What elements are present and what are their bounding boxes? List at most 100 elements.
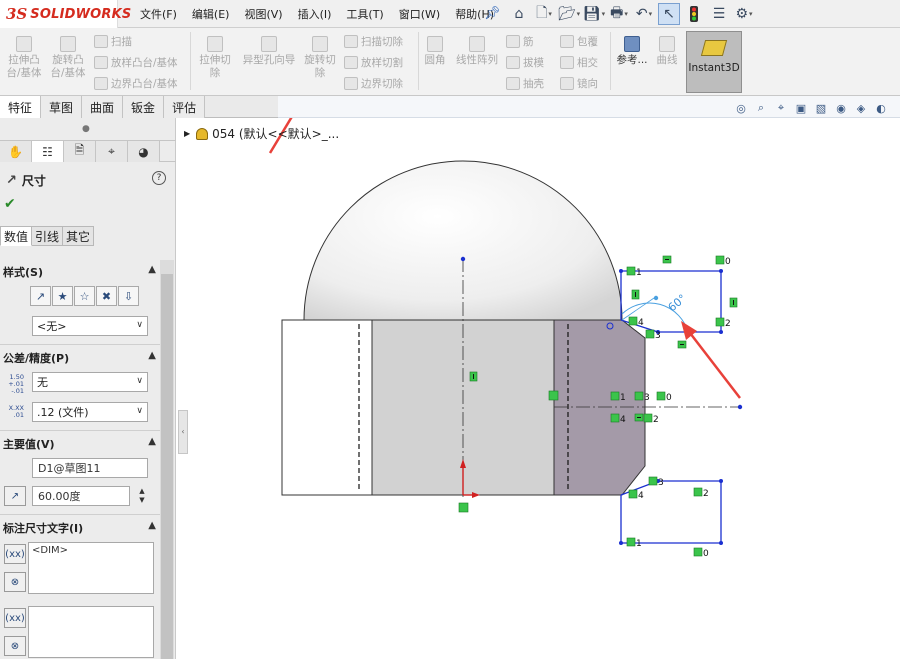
configuration-manager-icon[interactable]: 🗎︎ [64,141,96,162]
feature-tree-root[interactable]: ▶ 054 (默认<<默认>_... [184,125,339,142]
centerline-endpoint[interactable] [460,256,466,262]
traffic-light-icon[interactable] [683,3,705,25]
delete-style-icon[interactable]: ✖ [96,286,117,306]
centerline-endpoint[interactable] [737,404,743,410]
previous-view-icon[interactable]: ⌖ [773,100,789,116]
curves-button[interactable]: 曲线 [652,36,682,67]
feature-manager-icon[interactable]: ✋ [0,141,32,162]
section-view-icon[interactable]: ▣ [793,100,809,116]
save-style-icon[interactable]: ⇩ [118,286,139,306]
dimension-text-section-header[interactable]: 标注尺寸文字(I) ▲ [0,520,160,536]
hide-show-icon[interactable]: ◈ [853,100,869,116]
dimxpert-icon[interactable]: ⌖ [96,141,128,162]
extrude-cut-button[interactable]: 拉伸切除 [196,36,234,80]
fillet-button[interactable]: 圆角 [422,36,448,67]
subtab-leaders[interactable]: 引线 [32,226,64,246]
menu-tools[interactable]: 工具(T) [346,6,383,22]
menu-edit[interactable]: 编辑(E) [192,6,230,22]
home-icon[interactable]: ⌂ [508,3,530,25]
style-section-header[interactable]: 样式(S) ▲ [0,264,160,280]
linear-pattern-button[interactable]: 线性阵列 [452,36,502,67]
collapse-chevron-icon[interactable]: ▲ [148,520,156,531]
inspection-dimension-icon[interactable]: (xx) [4,608,26,628]
select-cursor-icon[interactable]: ↖ [658,3,680,25]
tab-evaluate[interactable]: 评估 [164,96,206,118]
dome-face[interactable] [303,160,623,321]
menu-insert[interactable]: 插入(I) [298,6,332,22]
property-manager-icon[interactable]: ☷ [32,141,64,162]
add-style-icon[interactable]: ★ [52,286,73,306]
revolve-boss-button[interactable]: 旋转凸台/基体 [48,36,88,80]
update-style-icon[interactable]: ☆ [74,286,95,306]
open-folder-icon[interactable]: 📂︎ ▾ [558,3,580,25]
primary-value-input[interactable]: 60.00度 [32,486,130,506]
collapse-chevron-icon[interactable]: ▲ [148,350,156,361]
center-dimension-icon[interactable]: ⊗ [4,572,26,592]
svg-text:3: 3 [644,393,650,403]
primary-value-section-header[interactable]: 主要值(V) ▲ [0,436,160,452]
menu-view[interactable]: 视图(V) [244,6,282,22]
undo-icon[interactable]: ↶ ▾ [633,3,655,25]
collapse-chevron-icon[interactable]: ▲ [148,436,156,447]
draft-button[interactable]: 拔模 [506,55,544,70]
mirror-button[interactable]: 镜向 [560,76,598,91]
panel-grip[interactable]: ● [82,124,90,134]
view-orientation-icon[interactable]: ▧ [813,100,829,116]
zoom-area-icon[interactable]: ⌕ [753,100,769,116]
save-icon[interactable]: 💾︎ ▾ [583,3,605,25]
subtab-other[interactable]: 其它 [63,226,95,246]
panel-splitter-handle[interactable]: ‹ [178,410,188,454]
dimension-text-area[interactable]: <DIM> [28,542,154,594]
zoom-to-fit-icon[interactable]: ◎ [733,100,749,116]
rib-button[interactable]: 筋 [506,34,534,49]
expand-arrow-icon[interactable]: ▶ [184,129,190,138]
collapse-chevron-icon[interactable]: ▲ [148,264,156,275]
subtab-value[interactable]: 数值 [0,226,33,246]
reference-geometry-button[interactable]: 参考... [614,36,650,67]
loft-boss-button[interactable]: 放样凸台/基体 [94,55,178,70]
tab-sheet-metal[interactable]: 钣金 [123,96,165,118]
tolerance-section-header[interactable]: 公差/精度(P) ▲ [0,350,160,366]
boundary-cut-button[interactable]: 边界切除 [344,76,403,91]
menu-window[interactable]: 窗口(W) [399,6,440,22]
swept-cut-button[interactable]: 扫描切除 [344,34,403,49]
precision-select[interactable]: .12 (文件) ∨ [32,402,148,422]
extrude-boss-button[interactable]: 拉伸凸台/基体 [2,36,46,80]
hole-wizard-button[interactable]: 异型孔向导 [238,36,300,67]
add-parentheses-icon[interactable]: (xx) [4,544,26,564]
tab-surfaces[interactable]: 曲面 [82,96,124,118]
svg-text:2: 2 [703,489,709,499]
pin-menu-icon[interactable]: 📌︎ [484,6,501,21]
intersect-button[interactable]: 相交 [560,55,598,70]
appearance-icon[interactable]: ◐ [873,100,889,116]
menu-file[interactable]: 文件(F) [140,6,177,22]
print-icon[interactable]: 🖶︎ ▾ [608,3,630,25]
options-gear-icon[interactable]: ⚙ ▾ [733,3,755,25]
tab-sketch[interactable]: 草图 [41,96,83,118]
primary-dimension-name[interactable]: D1@草图11 [32,458,148,478]
sweep-button[interactable]: 扫描 [94,34,132,49]
tab-features[interactable]: 特征 [0,96,42,118]
dimension-text-area-below[interactable] [28,606,154,658]
tolerance-type-select[interactable]: 无 ∨ [32,372,148,392]
shell-button[interactable]: 抽壳 [506,76,544,91]
primary-value-icon[interactable]: ↗ [4,486,26,506]
display-style-icon[interactable]: ◉ [833,100,849,116]
scrollbar-thumb[interactable] [161,274,173,659]
solidworks-logo[interactable]: 3S SOLIDWORKS [0,0,131,28]
new-document-icon[interactable]: 🗋︎ ▾ [533,3,555,25]
instant3d-button[interactable]: Instant3D [686,31,742,93]
file-properties-icon[interactable]: ☰ [708,3,730,25]
panel-scrollbar[interactable] [160,260,174,659]
ok-checkmark-icon[interactable]: ✔ [4,196,16,212]
apply-default-style-icon[interactable]: ↗ [30,286,51,306]
help-icon[interactable]: ? [152,171,166,185]
lofted-cut-button[interactable]: 放样切割 [344,55,403,70]
style-select[interactable]: <无> ∨ [32,316,148,336]
value-spinner[interactable]: ▲ ▼ [136,487,148,505]
display-manager-icon[interactable]: ◕ [128,141,160,162]
boundary-boss-button[interactable]: 边界凸台/基体 [94,76,178,91]
offset-text-icon[interactable]: ⊗ [4,636,26,656]
wrap-button[interactable]: 包覆 [560,34,598,49]
revolve-cut-button[interactable]: 旋转切除 [302,36,338,80]
